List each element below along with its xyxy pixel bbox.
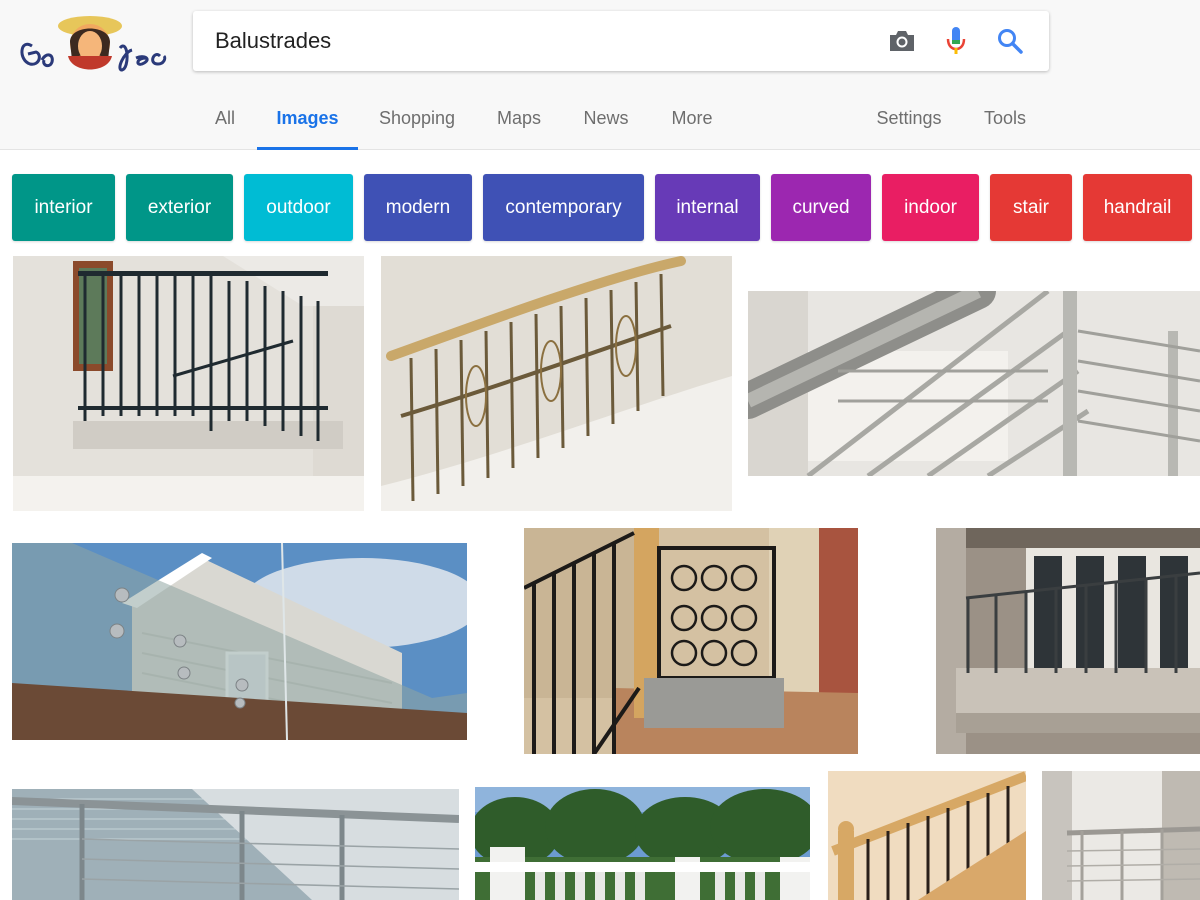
image-result-ornate-iron-railing[interactable]	[524, 528, 858, 754]
image-result-curved-gold-railing[interactable]	[381, 256, 732, 511]
microphone-icon[interactable]	[940, 25, 972, 57]
tab-images-label: Images	[276, 108, 339, 128]
image-result-stainless-handrail[interactable]	[748, 291, 1200, 476]
chip-handrail[interactable]: handrail	[1083, 174, 1192, 241]
chip-curved[interactable]: curved	[771, 174, 871, 241]
image-result-modern-steel-balustrade[interactable]	[1042, 771, 1200, 900]
chip-exterior[interactable]: exterior	[126, 174, 233, 241]
tab-news[interactable]: News	[574, 90, 638, 150]
chip-stair[interactable]: stair	[990, 174, 1072, 241]
chip-modern[interactable]: modern	[364, 174, 472, 241]
search-input[interactable]	[193, 11, 853, 71]
image-result-wooden-stair-railing[interactable]	[828, 771, 1026, 900]
chip-internal[interactable]: internal	[655, 174, 760, 241]
chip-indoor[interactable]: indoor	[882, 174, 979, 241]
active-tab-indicator	[257, 147, 358, 150]
google-doodle-logo[interactable]	[12, 8, 170, 76]
tab-more[interactable]: More	[660, 90, 724, 150]
tab-shopping[interactable]: Shopping	[370, 90, 464, 150]
chip-contemporary[interactable]: contemporary	[483, 174, 644, 241]
chip-interior[interactable]: interior	[12, 174, 115, 241]
header-bar: All Images Shopping Maps News More Setti…	[0, 0, 1200, 150]
tab-maps[interactable]: Maps	[487, 90, 551, 150]
chip-outdoor[interactable]: outdoor	[244, 174, 353, 241]
search-icon[interactable]	[994, 25, 1026, 57]
tab-tools[interactable]: Tools	[974, 90, 1036, 150]
camera-icon[interactable]	[886, 25, 918, 57]
tab-all[interactable]: All	[205, 90, 245, 150]
tab-images[interactable]: Images	[257, 90, 358, 150]
image-result-balcony-french-doors[interactable]	[936, 528, 1200, 754]
search-box	[193, 11, 1049, 71]
image-result-steel-cable-railing[interactable]	[12, 789, 459, 900]
tab-settings[interactable]: Settings	[867, 90, 951, 150]
search-tabs: All Images Shopping Maps News More Setti…	[0, 90, 1200, 150]
image-result-glass-balustrade[interactable]	[12, 543, 467, 740]
image-result-white-baluster-fence[interactable]	[475, 787, 810, 900]
image-result-black-balcony-railing[interactable]	[13, 256, 364, 511]
